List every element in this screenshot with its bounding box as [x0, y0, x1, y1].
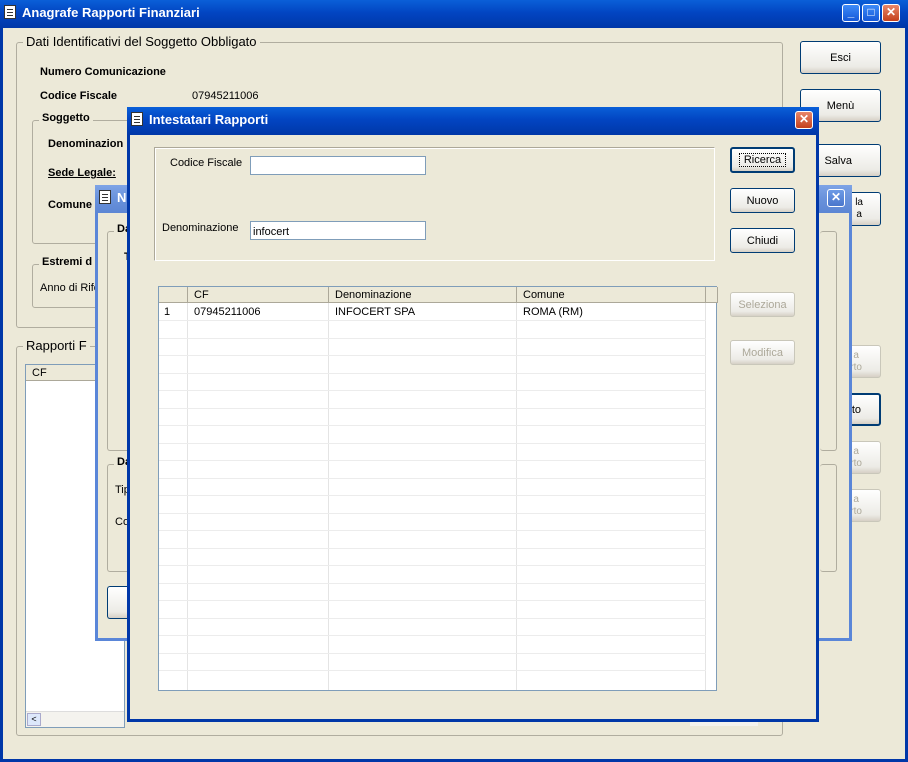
grid-row-line: [159, 372, 706, 374]
grid-row-line: [159, 495, 706, 496]
dialog-app-icon: [131, 112, 143, 126]
soggetto-obbligato-legend: Dati Identificativi del Soggetto Obbliga…: [23, 34, 260, 49]
close-icon[interactable]: ✕: [882, 4, 900, 22]
dialog-title: Intestatari Rapporti: [149, 112, 269, 127]
horizontal-scrollbar[interactable]: <: [26, 711, 124, 727]
maximize-icon[interactable]: □: [862, 4, 880, 22]
comune-label: Comune: [48, 199, 92, 211]
ricerca-button[interactable]: Ricerca: [730, 147, 795, 173]
grid-row-line: [159, 600, 706, 601]
middle-group-1-right: [820, 231, 837, 451]
seleziona-button[interactable]: Seleziona: [730, 292, 795, 317]
minimize-icon[interactable]: _: [842, 4, 860, 22]
denominazione-label: Denominazion: [48, 138, 124, 150]
dialog-title-bar: Intestatari Rapporti ✕: [127, 107, 819, 135]
middle-close-icon[interactable]: ✕: [827, 189, 845, 207]
grid-row-line: [159, 582, 706, 584]
grid-row-line: [159, 530, 706, 531]
table-row[interactable]: 1 07945211006 INFOCERT SPA ROMA (RM): [159, 304, 706, 320]
codice-fiscale-value: 07945211006: [192, 90, 259, 102]
grid-row-line: [159, 547, 706, 549]
grid-row-line: [159, 617, 706, 619]
row-comune: ROMA (RM): [523, 306, 583, 318]
row-denominazione: INFOCERT SPA: [335, 306, 416, 318]
grid-row-line: [159, 635, 706, 636]
soggetto-legend: Soggetto: [39, 112, 93, 124]
codice-fiscale-label: Codice Fiscale: [40, 90, 118, 102]
middle-group-2-right: [820, 464, 837, 572]
main-title-bar: Anagrafe Rapporti Finanziari _ □ ✕: [0, 0, 908, 28]
grid-row-line: [159, 337, 706, 339]
nuovo-button[interactable]: Nuovo: [730, 188, 795, 213]
grid-row-line: [159, 390, 706, 391]
grid-corner-header: [159, 287, 188, 303]
rapporti-legend: Rapporti F: [23, 338, 90, 353]
grid-row-line: [159, 652, 706, 654]
grid-header-comune[interactable]: Comune: [517, 287, 706, 303]
intestatari-dialog: Intestatari Rapporti ✕ Codice Fiscale De…: [127, 107, 819, 722]
chiudi-button[interactable]: Chiudi: [730, 228, 795, 253]
anno-riferimento-label: Anno di Rife: [40, 282, 100, 294]
app-icon: [4, 5, 16, 19]
grid-row-line: [159, 512, 706, 514]
modifica-button[interactable]: Modifica: [730, 340, 795, 365]
grid-header-cf[interactable]: CF: [188, 287, 329, 303]
grid-header-filler: [706, 287, 718, 303]
sede-legale-label: Sede Legale:: [48, 167, 116, 179]
intestatari-grid[interactable]: CF Denominazione Comune 1 07945211006 IN…: [158, 286, 718, 691]
grid-row-line: [159, 670, 706, 671]
grid-row-line: [159, 477, 706, 479]
grid-row-line: [159, 425, 706, 426]
codice-fiscale-input[interactable]: [250, 156, 426, 175]
middle-window-title: N: [117, 190, 127, 205]
main-window-title: Anagrafe Rapporti Finanziari: [22, 5, 200, 20]
grid-row-line: [159, 320, 706, 321]
scroll-left-icon[interactable]: <: [27, 713, 41, 726]
grid-row-line: [159, 565, 706, 566]
row-cf: 07945211006: [194, 306, 261, 318]
codice-fiscale-search-label: Codice Fiscale: [170, 157, 243, 169]
grid-row-line: [159, 442, 706, 444]
denominazione-input[interactable]: [250, 221, 426, 240]
grid-row-line: [159, 355, 706, 356]
middle-app-icon: [99, 190, 111, 204]
numero-comunicazione-label: Numero Comunicazione: [40, 66, 166, 78]
grid-row-line: [159, 407, 706, 409]
estremi-legend: Estremi d: [39, 256, 96, 268]
grid-row-line: [159, 460, 706, 461]
row-number: 1: [164, 306, 171, 318]
ricerca-label: Ricerca: [738, 153, 787, 167]
esci-button[interactable]: Esci: [800, 41, 881, 74]
grid-header-denominazione[interactable]: Denominazione: [329, 287, 517, 303]
dialog-close-icon[interactable]: ✕: [795, 111, 813, 129]
denominazione-search-label: Denominazione: [162, 222, 239, 234]
